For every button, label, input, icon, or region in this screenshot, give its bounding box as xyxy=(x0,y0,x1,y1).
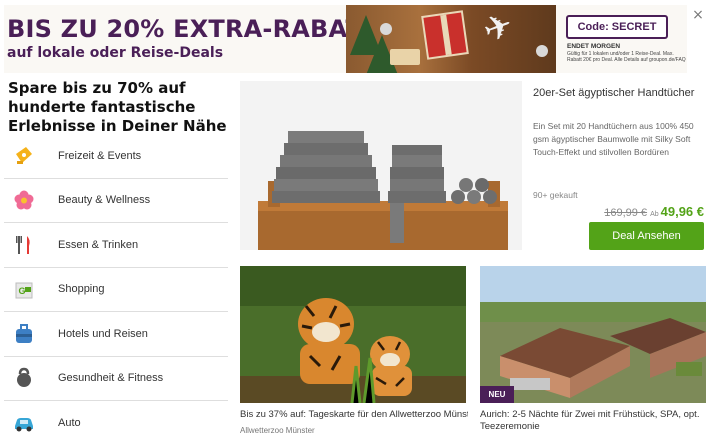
deal-card-image-zoo[interactable] xyxy=(240,266,466,403)
banner-expiry: ENDET MORGEN xyxy=(567,43,621,50)
category-label: Auto xyxy=(58,416,81,429)
banner-subline: auf lokale oder Reise-Deals xyxy=(7,45,224,61)
deal-card-merchant-zoo: Allwetterzoo Münster xyxy=(240,426,315,435)
promo-banner[interactable]: BIS ZU 20% EXTRA-RABATT auf lokale oder … xyxy=(4,5,687,73)
deal-card-image-aurich[interactable] xyxy=(480,266,706,403)
airplane-icon: ✈ xyxy=(478,5,519,52)
banner-photo: ✈ xyxy=(346,5,556,73)
gift-box-decoration xyxy=(421,10,469,60)
category-label: Hotels und Reisen xyxy=(58,327,148,340)
new-price: 49,96 € xyxy=(660,204,704,219)
ornament-decoration xyxy=(536,45,548,57)
promo-code-box: Code: SECRET xyxy=(566,15,668,39)
deal-card-title-aurich[interactable]: Aurich: 2-5 Nächte für Zwei mit Frühstüc… xyxy=(480,409,706,433)
featured-deal-description: Ein Set mit 20 Handtüchern aus 100% 450 … xyxy=(533,121,694,157)
category-list: Freizeit & Events Beauty & Wellness Esse… xyxy=(4,134,228,438)
ticket-icon xyxy=(13,145,35,167)
svg-text:G: G xyxy=(19,286,26,296)
page: BIS ZU 20% EXTRA-RABATT auf lokale oder … xyxy=(0,0,710,438)
category-item-hotels[interactable]: Hotels und Reisen xyxy=(4,312,228,357)
featured-deal-title[interactable]: 20er-Set ägyptischer Handtücher xyxy=(533,87,705,99)
ornament-decoration xyxy=(380,23,392,35)
featured-deal-image[interactable] xyxy=(240,81,522,250)
category-item-auto[interactable]: Auto xyxy=(4,401,228,438)
category-item-shopping[interactable]: G Shopping xyxy=(4,268,228,312)
banner-headline: BIS ZU 20% EXTRA-RABATT xyxy=(7,15,380,43)
close-banner-button[interactable]: × xyxy=(692,8,704,22)
view-deal-button[interactable]: Deal Ansehen xyxy=(589,222,704,250)
category-label: Gesundheit & Fitness xyxy=(58,372,164,385)
kettlebell-icon xyxy=(13,367,35,389)
new-badge: NEU xyxy=(480,386,514,403)
sidebar-title: Spare bis zu 70% auf hunderte fantastisc… xyxy=(8,79,227,135)
price-from-label: Ab xyxy=(650,211,659,218)
category-label: Shopping xyxy=(58,283,105,296)
banner-terms: Gültig für 1 lokalen und/oder 1 Reise-De… xyxy=(567,51,686,63)
cutlery-icon xyxy=(13,234,35,256)
car-icon xyxy=(13,412,35,434)
deal-card-title-zoo[interactable]: Bis zu 37% auf: Tageskarte für den Allwe… xyxy=(240,409,468,420)
category-item-beauty[interactable]: Beauty & Wellness xyxy=(4,179,228,223)
category-label: Freizeit & Events xyxy=(58,149,142,162)
gift-tag-decoration xyxy=(390,49,420,65)
category-label: Essen & Trinken xyxy=(58,238,139,251)
category-label: Beauty & Wellness xyxy=(58,194,151,207)
sold-count: 90+ gekauft xyxy=(533,190,578,200)
category-item-essen[interactable]: Essen & Trinken xyxy=(4,223,228,268)
category-item-freizeit[interactable]: Freizeit & Events xyxy=(4,134,228,179)
price-row: 169,99 € Ab 49,96 € xyxy=(582,203,704,221)
luggage-icon xyxy=(13,323,35,345)
shopping-bag-icon: G xyxy=(13,278,35,300)
flower-icon xyxy=(13,189,35,211)
old-price: 169,99 € xyxy=(604,207,648,219)
category-item-gesundheit[interactable]: Gesundheit & Fitness xyxy=(4,357,228,401)
